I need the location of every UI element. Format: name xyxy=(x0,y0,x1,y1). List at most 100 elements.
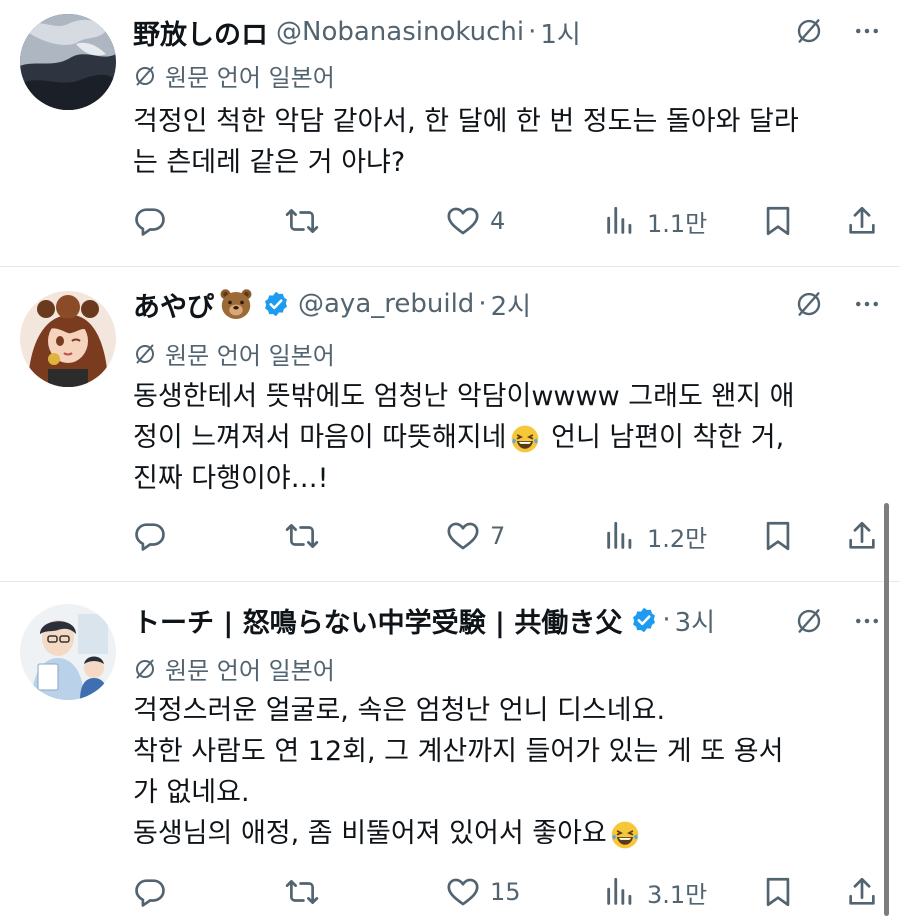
share-icon xyxy=(845,875,879,909)
tweet-line: 가 없네요. xyxy=(133,777,250,808)
share-icon xyxy=(845,519,879,553)
bookmark-button[interactable] xyxy=(761,516,795,556)
like-count: 15 xyxy=(490,878,521,906)
views-icon xyxy=(603,519,637,553)
heart-icon xyxy=(446,519,480,553)
tweet-line-part: 동생님의 애정, 좀 비뚤어져 있어서 좋아요 xyxy=(133,818,607,849)
separator-dot: · xyxy=(662,605,671,635)
tweet-line: 동생한테서 뜻밖에도 엄청난 악담이wwww 그래도 왠지 애 xyxy=(133,381,795,412)
tweet-line: 동생님의 애정, 좀 비뚤어져 있어서 좋아요 xyxy=(133,813,878,854)
bookmark-icon xyxy=(761,875,795,909)
tweet-header: トーチ | 怒鳴らない中学受験 | 共働き父 · 3시 xyxy=(133,600,715,640)
timestamp[interactable]: 1시 xyxy=(540,14,580,51)
tweet-top-actions xyxy=(794,289,882,319)
heart-icon xyxy=(446,204,480,238)
translation-label: 원문 언어 일본어 xyxy=(165,657,335,685)
share-button[interactable] xyxy=(845,872,879,912)
laughing-tears-icon xyxy=(509,423,541,455)
display-name[interactable]: トーチ | 怒鳴らない中学受験 | 共働き父 xyxy=(133,601,622,640)
like-count: 4 xyxy=(490,207,506,235)
like-button[interactable]: 15 xyxy=(446,872,521,912)
tweet-text: 걱정스러운 얼굴로, 속은 엄청난 언니 디스네요. 착한 사람도 연 12회,… xyxy=(133,690,878,854)
display-name[interactable]: 野放しのロ xyxy=(133,13,268,52)
user-handle[interactable]: @Nobanasinokuchi xyxy=(276,17,524,47)
tweet-line: 걱정인 척한 악담 같아서, 한 달에 한 번 정도는 돌아와 달라 xyxy=(133,106,799,137)
translation-label: 원문 언어 일본어 xyxy=(165,342,335,370)
reply-icon xyxy=(133,519,167,553)
views-icon xyxy=(603,204,637,238)
tweet-line: 걱정스러운 얼굴로, 속은 엄청난 언니 디스네요. xyxy=(133,695,666,726)
timestamp[interactable]: 2시 xyxy=(491,286,531,323)
user-handle[interactable]: @aya_rebuild xyxy=(298,289,474,319)
like-button[interactable]: 4 xyxy=(446,201,505,241)
tweet-top-actions xyxy=(794,606,882,636)
translate-icon xyxy=(133,64,157,88)
translation-notice[interactable]: 원문 언어 일본어 xyxy=(133,651,335,686)
tweet-line-part: 언니 남편이 착한 거, xyxy=(542,422,785,453)
tweet-header: 野放しのロ @Nobanasinokuchi · 1시 xyxy=(133,12,581,52)
grok-icon[interactable] xyxy=(794,16,824,46)
laughing-tears-icon xyxy=(609,819,641,851)
like-count: 7 xyxy=(490,522,506,550)
tweet-line: 진짜 다행이야…! xyxy=(133,463,329,494)
views-button[interactable]: 1.1만 xyxy=(603,201,707,241)
translate-icon xyxy=(133,657,157,681)
avatar[interactable] xyxy=(20,291,116,387)
avatar[interactable] xyxy=(20,14,116,110)
separator-dot: · xyxy=(528,17,537,47)
avatar-image xyxy=(20,14,116,110)
avatar-image xyxy=(20,291,116,387)
reply-button[interactable] xyxy=(133,872,167,912)
tweet-2[interactable]: あやぴ @aya_rebuild · 2시 원문 언어 일본어 동생한테서 뜻밖… xyxy=(0,267,900,581)
bookmark-button[interactable] xyxy=(761,872,795,912)
bookmark-icon xyxy=(761,204,795,238)
verified-badge-icon[interactable] xyxy=(262,290,290,318)
more-options-icon[interactable] xyxy=(852,289,882,319)
timestamp[interactable]: 3시 xyxy=(675,602,715,639)
share-button[interactable] xyxy=(845,201,879,241)
like-button[interactable]: 7 xyxy=(446,516,505,556)
views-button[interactable]: 1.2만 xyxy=(603,516,707,556)
heart-icon xyxy=(446,875,480,909)
action-bar: 7 1.2만 xyxy=(133,516,883,556)
bookmark-button[interactable] xyxy=(761,201,795,241)
tweet-1[interactable]: 野放しのロ @Nobanasinokuchi · 1시 원문 언어 일본어 걱정… xyxy=(0,0,900,267)
tweet-3[interactable]: トーチ | 怒鳴らない中学受験 | 共働き父 · 3시 원문 언어 일본어 걱정… xyxy=(0,582,900,916)
display-name[interactable]: あやぴ xyxy=(133,285,214,324)
reply-icon xyxy=(133,875,167,909)
retweet-button[interactable] xyxy=(285,516,319,556)
translate-icon xyxy=(133,342,157,366)
tweet-text: 동생한테서 뜻밖에도 엄청난 악담이wwww 그래도 왠지 애 정이 느껴져서 … xyxy=(133,376,878,499)
more-options-icon[interactable] xyxy=(852,16,882,46)
reply-button[interactable] xyxy=(133,201,167,241)
action-bar: 4 1.1만 xyxy=(133,201,883,241)
translation-label: 원문 언어 일본어 xyxy=(165,64,335,92)
translation-notice[interactable]: 원문 언어 일본어 xyxy=(133,336,335,371)
grok-icon[interactable] xyxy=(794,606,824,636)
tweet-top-actions xyxy=(794,16,882,46)
tweet-line: 정이 느껴져서 마음이 따뜻해지네 언니 남편이 착한 거, xyxy=(133,417,878,458)
retweet-button[interactable] xyxy=(285,872,319,912)
retweet-button[interactable] xyxy=(285,201,319,241)
bear-face-icon xyxy=(218,286,254,322)
reply-button[interactable] xyxy=(133,516,167,556)
retweet-icon xyxy=(285,204,319,238)
views-button[interactable]: 3.1만 xyxy=(603,872,707,912)
tweet-header: あやぴ @aya_rebuild · 2시 xyxy=(133,284,531,324)
verified-badge-icon[interactable] xyxy=(630,606,658,634)
view-count: 1.2만 xyxy=(647,524,708,553)
share-icon xyxy=(845,204,879,238)
tweet-line: 는 츤데레 같은 거 아냐? xyxy=(133,147,406,178)
scrollbar[interactable] xyxy=(884,503,889,916)
tweet-line: 착한 사람도 연 12회, 그 계산까지 들어가 있는 게 또 용서 xyxy=(133,736,784,767)
reply-icon xyxy=(133,204,167,238)
separator-dot: · xyxy=(478,289,487,319)
grok-icon[interactable] xyxy=(794,289,824,319)
more-options-icon[interactable] xyxy=(852,606,882,636)
translation-notice[interactable]: 원문 언어 일본어 xyxy=(133,58,335,93)
bookmark-icon xyxy=(761,519,795,553)
share-button[interactable] xyxy=(845,516,879,556)
action-bar: 15 3.1만 xyxy=(133,872,883,912)
avatar[interactable] xyxy=(20,604,116,700)
retweet-icon xyxy=(285,519,319,553)
